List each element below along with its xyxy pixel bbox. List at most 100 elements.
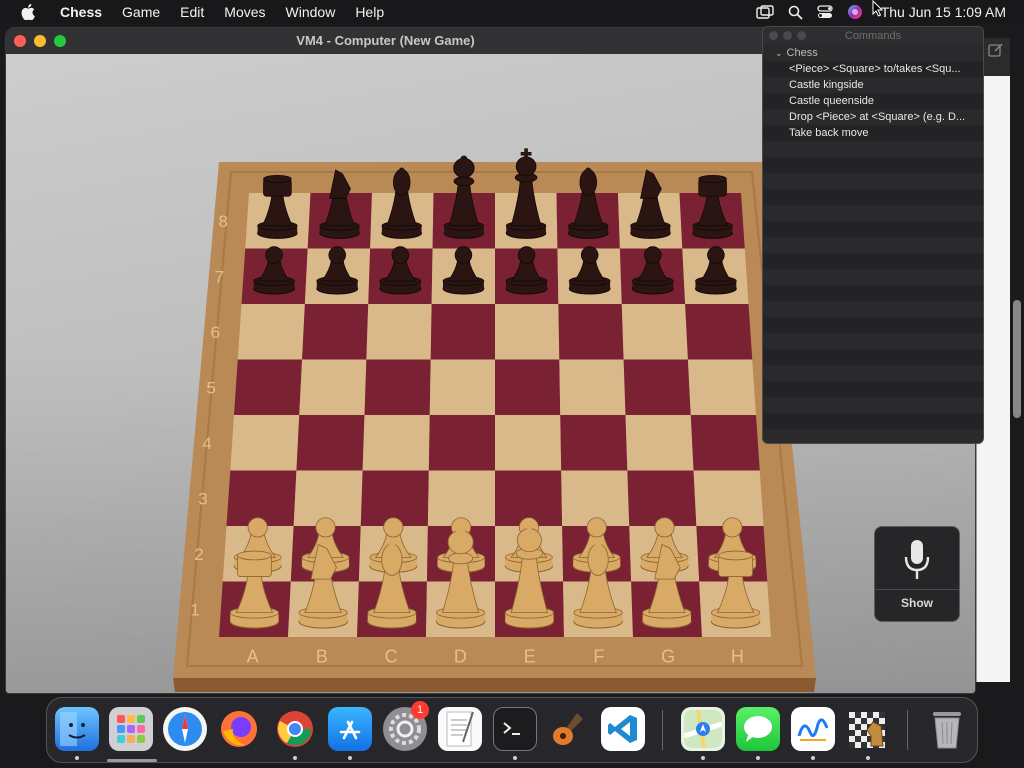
file-label: D [454,647,467,667]
commands-empty-row [763,365,983,381]
textedit-icon[interactable] [438,707,482,751]
board-square[interactable] [495,359,561,416]
board-square[interactable] [621,304,688,360]
siri-icon[interactable] [847,4,863,20]
menu-edit[interactable]: Edit [170,0,214,24]
commands-empty-row [763,381,983,397]
menu-app-chess[interactable]: Chess [50,0,112,24]
board-square[interactable] [627,470,697,527]
vscode-icon[interactable] [601,707,645,751]
file-label: C [385,647,398,667]
maps-icon[interactable] [681,707,725,751]
command-item-castle-kingside[interactable]: Castle kingside [763,77,983,93]
board-square[interactable] [302,304,369,360]
board-square[interactable] [430,304,495,360]
board-square[interactable] [625,415,694,471]
screen-mirroring-icon[interactable] [755,5,774,19]
commands-group-label: Chess [786,47,818,59]
microphone-icon [904,540,930,579]
board-square[interactable] [362,415,430,471]
board-square[interactable] [226,470,297,527]
board-square[interactable] [559,359,626,416]
launchpad-icon[interactable] [109,707,153,751]
board-square[interactable] [299,359,367,416]
board-square[interactable] [687,359,756,416]
commands-group-chess[interactable]: ⌄ Chess [763,45,983,61]
board-square[interactable] [237,304,305,360]
board-square[interactable] [690,415,760,471]
terminal-icon[interactable] [493,707,537,751]
board-square[interactable] [293,470,363,527]
file-label: E [524,647,536,667]
board-square[interactable] [429,359,495,416]
dock-separator [907,710,908,750]
commands-list: ⌄ Chess <Piece> <Square> to/takes <Squ...… [763,45,983,443]
commands-panel-titlebar[interactable]: Commands [763,27,983,45]
board-square[interactable] [364,359,431,416]
voice-show-button[interactable]: Show [901,596,933,610]
board-square[interactable] [693,470,764,527]
safari-icon[interactable] [163,707,207,751]
commands-close-button[interactable] [769,31,778,40]
commands-empty-row [763,253,983,269]
spotlight-search-icon[interactable] [788,5,803,20]
running-indicator [348,756,352,760]
finder-icon[interactable] [55,707,99,751]
board-square[interactable] [428,415,495,471]
system-settings-icon[interactable]: 1 [383,701,429,751]
commands-title: Commands [844,30,902,42]
menu-help[interactable]: Help [345,0,394,24]
running-indicator [513,756,517,760]
apple-icon[interactable] [18,2,38,22]
voice-divider [875,589,959,590]
trash-icon[interactable] [925,707,969,751]
garageband-icon[interactable] [547,707,591,751]
rank-label: 6 [210,323,219,342]
menu-moves[interactable]: Moves [214,0,275,24]
command-item-move[interactable]: <Piece> <Square> to/takes <Squ... [763,61,983,77]
menu-window[interactable]: Window [276,0,346,24]
dock-scroll-indicator [107,759,157,762]
messages-icon[interactable] [736,707,780,751]
scrollbar-thumb[interactable] [1013,300,1021,418]
commands-zoom-button[interactable] [797,31,806,40]
board-square[interactable] [495,304,560,360]
firefox-icon[interactable] [217,707,261,751]
commands-empty-row [763,301,983,317]
rank-label: 3 [198,489,207,508]
board-square[interactable] [230,415,300,471]
running-indicator [756,756,760,760]
board-square[interactable] [234,359,303,416]
board-square[interactable] [560,415,628,471]
menu-clock[interactable]: Thu Jun 15 1:09 AM [881,4,1006,20]
commands-minimize-button[interactable] [783,31,792,40]
menu-bar: Chess Game Edit Moves Window Help Thu Ju… [0,0,1024,24]
board-square[interactable] [366,304,432,360]
menu-game[interactable]: Game [112,0,170,24]
file-label: A [247,647,259,667]
compose-icon[interactable] [988,42,1004,58]
running-indicator [293,756,297,760]
command-item-drop[interactable]: Drop <Piece> at <Square> (e.g. D... [763,109,983,125]
app-store-icon[interactable] [328,707,372,751]
commands-empty-row [763,157,983,173]
rank-label: 1 [190,600,199,619]
chess-icon[interactable] [846,707,890,751]
freeform-icon[interactable] [791,707,835,751]
board-square[interactable] [558,304,624,360]
command-item-castle-queenside[interactable]: Castle queenside [763,93,983,109]
rank-label: 8 [219,212,228,231]
board-square[interactable] [495,415,562,471]
running-indicator [701,756,705,760]
board-square[interactable] [623,359,691,416]
board-square[interactable] [685,304,753,360]
commands-empty-row [763,237,983,253]
command-item-take-back[interactable]: Take back move [763,125,983,141]
commands-empty-row [763,189,983,205]
chrome-icon[interactable] [273,707,317,751]
running-indicator [75,756,79,760]
control-center-icon[interactable] [817,5,833,19]
commands-empty-row [763,317,983,333]
voice-control-widget[interactable]: Show [874,526,960,622]
board-square[interactable] [296,415,365,471]
